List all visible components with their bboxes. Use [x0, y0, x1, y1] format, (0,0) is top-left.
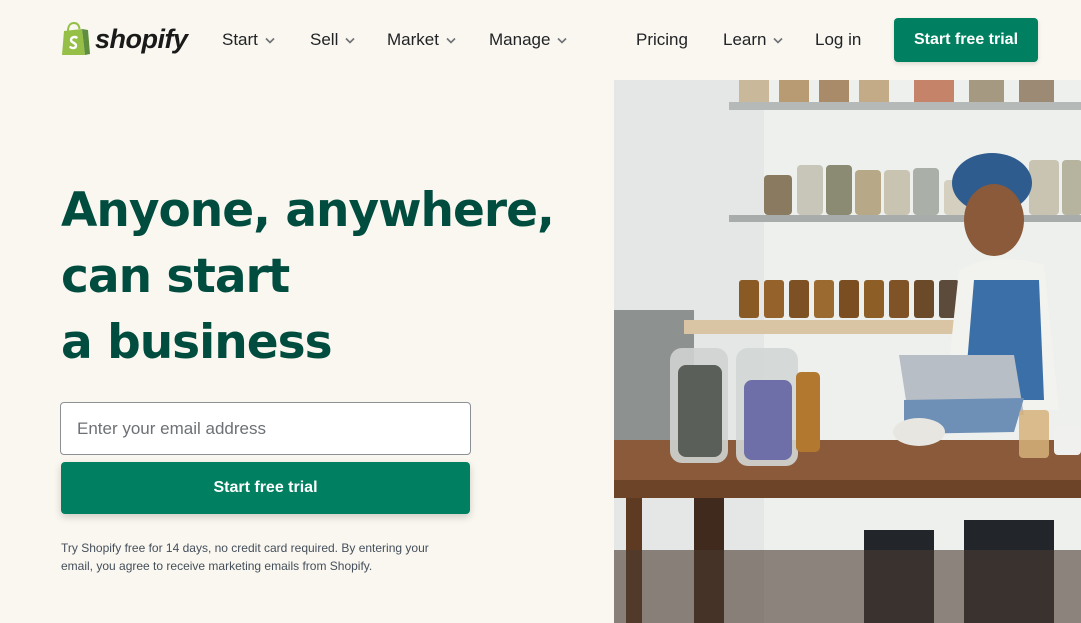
nav-login-label: Log in [815, 30, 862, 49]
nav-pricing-label: Pricing [636, 30, 688, 49]
hero-photo-illustration [614, 80, 1081, 623]
shopify-bag-icon [62, 22, 90, 55]
header-start-trial-button[interactable]: Start free trial [894, 18, 1038, 62]
nav-manage[interactable]: Manage [489, 29, 568, 51]
logo-wordmark: shopify [95, 23, 188, 54]
headline-line-2: can start [61, 249, 290, 304]
chevron-down-icon [773, 37, 784, 44]
nav-sell-label: Sell [310, 30, 339, 49]
hero-start-trial-button[interactable]: Start free trial [61, 462, 470, 514]
nav-learn-label: Learn [723, 30, 767, 49]
chevron-down-icon [265, 37, 275, 44]
nav-sell[interactable]: Sell [310, 29, 355, 51]
nav-start-label: Start [222, 30, 258, 49]
nav-start[interactable]: Start [222, 29, 275, 51]
trial-disclaimer: Try Shopify free for 14 days, no credit … [61, 541, 429, 573]
email-input[interactable] [60, 402, 471, 455]
nav-market-label: Market [387, 30, 439, 49]
headline-line-3: a business [61, 315, 333, 370]
chevron-down-icon [446, 37, 456, 44]
nav-manage-label: Manage [489, 30, 551, 49]
chevron-down-icon [345, 37, 355, 44]
nav-pricing[interactable]: Pricing [636, 29, 688, 51]
chevron-down-icon [557, 37, 568, 44]
nav-market[interactable]: Market [387, 29, 456, 51]
hero-headline: Anyone, anywhere, can start a business [61, 178, 581, 376]
shopify-logo[interactable]: shopify [61, 22, 188, 56]
nav-learn[interactable]: Learn [723, 29, 784, 51]
nav-login[interactable]: Log in [815, 29, 861, 51]
headline-line-1: Anyone, anywhere, [61, 183, 555, 238]
hero-photo [614, 80, 1081, 623]
